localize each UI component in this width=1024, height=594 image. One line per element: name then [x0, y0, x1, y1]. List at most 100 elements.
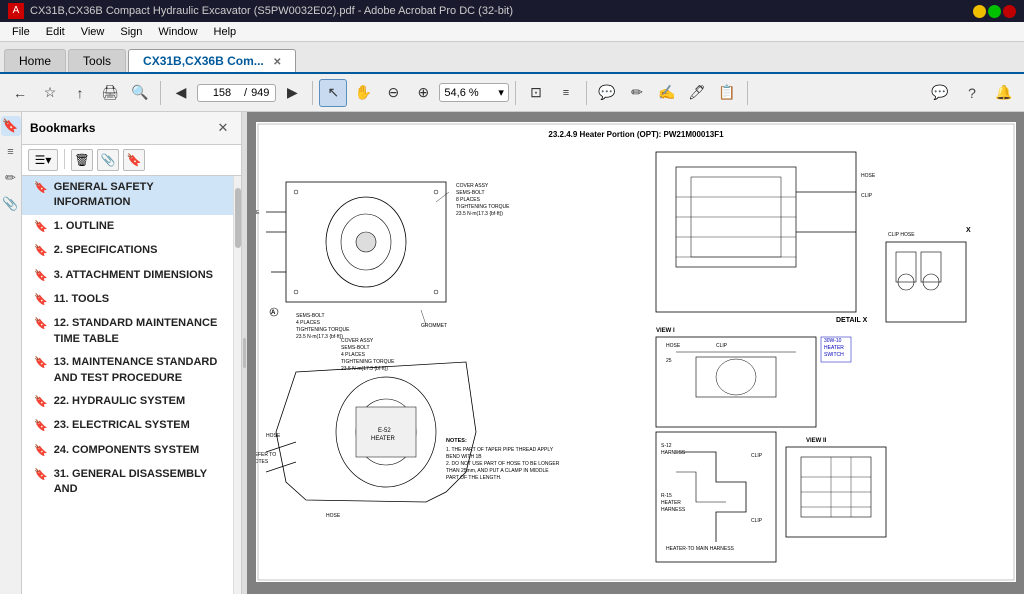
- zoom-out-btn[interactable]: ⊖: [379, 79, 407, 107]
- print-btn[interactable]: 🖨: [96, 79, 124, 107]
- sidebar-close-btn[interactable]: ✕: [213, 118, 233, 138]
- fit-width-btn[interactable]: ≡: [552, 79, 580, 107]
- bookmark-label-8: 23. ELECTRICAL SYSTEM: [54, 418, 190, 433]
- highlight-btn[interactable]: ✍: [653, 79, 681, 107]
- svg-text:X: X: [966, 227, 971, 234]
- bookmark-icon-2: 🔖: [34, 244, 48, 259]
- svg-text:DETAIL X: DETAIL X: [836, 317, 868, 324]
- back-btn[interactable]: ←: [6, 79, 34, 107]
- bookmark-1-outline[interactable]: 🔖 1. OUTLINE: [22, 215, 233, 239]
- clipboard-btn[interactable]: 📋: [713, 79, 741, 107]
- upload-btn[interactable]: ↑: [66, 79, 94, 107]
- zoom-input[interactable]: [444, 87, 496, 99]
- tab-home[interactable]: Home: [4, 49, 66, 72]
- sep1: [160, 81, 161, 105]
- maximize-btn[interactable]: [988, 5, 1001, 18]
- hand-tool-btn[interactable]: ✋: [349, 79, 377, 107]
- bookmark-label-7: 22. HYDRAULIC SYSTEM: [54, 394, 185, 409]
- bookmark-23-electrical[interactable]: 🔖 23. ELECTRICAL SYSTEM: [22, 414, 233, 438]
- bookmark-icon-9: 🔖: [34, 444, 48, 459]
- close-btn[interactable]: [1003, 5, 1016, 18]
- bookmark-12-maintenance[interactable]: 🔖 12. STANDARD MAINTENANCE TIME TABLE: [22, 312, 233, 351]
- left-icon-layers[interactable]: ≡: [1, 142, 21, 162]
- zoom-dropdown-icon[interactable]: ▾: [498, 86, 504, 99]
- bookmark-11-tools[interactable]: 🔖 11. TOOLS: [22, 288, 233, 312]
- svg-text:CLIP: CLIP: [716, 343, 728, 349]
- page-input[interactable]: [204, 87, 240, 99]
- tab-bar: Home Tools CX31B,CX36B Com... ✕: [0, 42, 1024, 74]
- menu-bar: File Edit View Sign Window Help: [0, 22, 1024, 42]
- menu-edit[interactable]: Edit: [38, 24, 73, 40]
- svg-text:VIEW I: VIEW I: [656, 328, 675, 334]
- bookmark-13-maintenance-std[interactable]: 🔖 13. MAINTENANCE STANDARD AND TEST PROC…: [22, 351, 233, 390]
- app-icon: A: [8, 3, 24, 19]
- svg-text:SEMS-BOLT: SEMS-BOLT: [456, 190, 485, 196]
- page-document: 23.2.4.9 Heater Portion (OPT): PW21M0001…: [256, 122, 1016, 582]
- sep5: [747, 81, 748, 105]
- sidebar-tool-sep1: [64, 149, 65, 169]
- left-icon-bookmark[interactable]: 🔖: [1, 116, 21, 136]
- menu-help[interactable]: Help: [206, 24, 245, 40]
- share-btn[interactable]: 💬: [926, 79, 954, 107]
- bookmark-general-safety[interactable]: 🔖 GENERAL SAFETY INFORMATION: [22, 176, 233, 215]
- bookmark-31-disassembly[interactable]: 🔖 31. GENERAL DISASSEMBLY AND: [22, 463, 233, 502]
- bookmark-label-5: 12. STANDARD MAINTENANCE TIME TABLE: [54, 316, 225, 347]
- svg-text:25: 25: [666, 358, 672, 364]
- bookmark-3-attachment[interactable]: 🔖 3. ATTACHMENT DIMENSIONS: [22, 264, 233, 288]
- bookmark-label-2: 2. SPECIFICATIONS: [54, 243, 158, 258]
- tab-tools[interactable]: Tools: [68, 49, 126, 72]
- menu-file[interactable]: File: [4, 24, 38, 40]
- tab-close-icon[interactable]: ✕: [273, 57, 281, 68]
- left-icon-attach[interactable]: 📎: [1, 194, 21, 214]
- menu-view[interactable]: View: [73, 24, 113, 40]
- bookmark-props-btn[interactable]: 🔖: [123, 149, 145, 171]
- next-page-btn[interactable]: ▶: [278, 79, 306, 107]
- stamp-btn[interactable]: 🖊: [683, 79, 711, 107]
- minimize-btn[interactable]: [973, 5, 986, 18]
- svg-text:E-52: E-52: [378, 428, 391, 434]
- bookmark-btn[interactable]: ☆: [36, 79, 64, 107]
- sidebar-scrollbar-thumb: [235, 188, 241, 248]
- page-separator: /: [244, 87, 247, 99]
- find-btn[interactable]: 🔍: [126, 79, 154, 107]
- bookmark-icon-5: 🔖: [34, 317, 48, 332]
- svg-text:1. THE PART OF TAPER PIPE THRE: 1. THE PART OF TAPER PIPE THREAD APPLY: [446, 447, 554, 453]
- svg-text:HARNESS: HARNESS: [661, 507, 686, 513]
- svg-text:HOSE: HOSE: [266, 433, 281, 439]
- pencil-btn[interactable]: ✏: [623, 79, 651, 107]
- sep3: [515, 81, 516, 105]
- menu-window[interactable]: Window: [150, 24, 205, 40]
- svg-text:GROMMET: GROMMET: [421, 323, 447, 329]
- delete-bookmark-btn[interactable]: 🗑: [71, 149, 93, 171]
- bookmark-icon-8: 🔖: [34, 419, 48, 434]
- new-bookmark-btn[interactable]: 📎: [97, 149, 119, 171]
- svg-text:REFER TO: REFER TO: [256, 452, 276, 458]
- tab-document[interactable]: CX31B,CX36B Com... ✕: [128, 49, 296, 72]
- sidebar-header: Bookmarks ✕: [22, 112, 241, 145]
- sidebar: Bookmarks ✕ ☰▾ 🗑 📎 🔖 🔖 GENERAL SAFETY IN…: [22, 112, 242, 594]
- menu-sign[interactable]: Sign: [112, 24, 150, 40]
- bookmark-24-components[interactable]: 🔖 24. COMPONENTS SYSTEM: [22, 439, 233, 463]
- main-area: 🔖 ≡ ✏ 📎 Bookmarks ✕ ☰▾ 🗑 📎 🔖 🔖 GENERAL S…: [0, 112, 1024, 594]
- sidebar-scrollbar[interactable]: [233, 176, 241, 594]
- title-bar: A CX31B,CX36B Compact Hydraulic Excavato…: [0, 0, 1024, 22]
- left-icon-sign[interactable]: ✏: [1, 168, 21, 188]
- bookmark-label-10: 31. GENERAL DISASSEMBLY AND: [54, 467, 225, 498]
- svg-text:COVER ASSY: COVER ASSY: [341, 338, 374, 344]
- technical-drawing-svg: 23.2.4.9 Heater Portion (OPT): PW21M0001…: [256, 122, 1016, 582]
- bookmark-options-btn[interactable]: ☰▾: [28, 149, 58, 171]
- bookmark-2-specs[interactable]: 🔖 2. SPECIFICATIONS: [22, 239, 233, 263]
- prev-page-btn[interactable]: ◀: [167, 79, 195, 107]
- main-toolbar: ← ☆ ↑ 🖨 🔍 ◀ / 949 ▶ ↖ ✋ ⊖ ⊕ ▾ ⊡ ≡ 💬 ✏ ✍ …: [0, 74, 1024, 112]
- svg-text:THAN 25mm, AND PUT A CLAMP IN: THAN 25mm, AND PUT A CLAMP IN MIDDLE: [446, 468, 549, 474]
- fit-page-btn[interactable]: ⊡: [522, 79, 550, 107]
- notification-btn[interactable]: 🔔: [990, 79, 1018, 107]
- select-tool-btn[interactable]: ↖: [319, 79, 347, 107]
- comment-btn[interactable]: 💬: [593, 79, 621, 107]
- svg-text:HARNESS: HARNESS: [661, 450, 686, 456]
- bookmark-22-hydraulic[interactable]: 🔖 22. HYDRAULIC SYSTEM: [22, 390, 233, 414]
- bookmark-icon-6: 🔖: [34, 356, 48, 371]
- zoom-in-btn[interactable]: ⊕: [409, 79, 437, 107]
- help-btn[interactable]: ?: [958, 79, 986, 107]
- svg-text:CLIP: CLIP: [751, 453, 763, 459]
